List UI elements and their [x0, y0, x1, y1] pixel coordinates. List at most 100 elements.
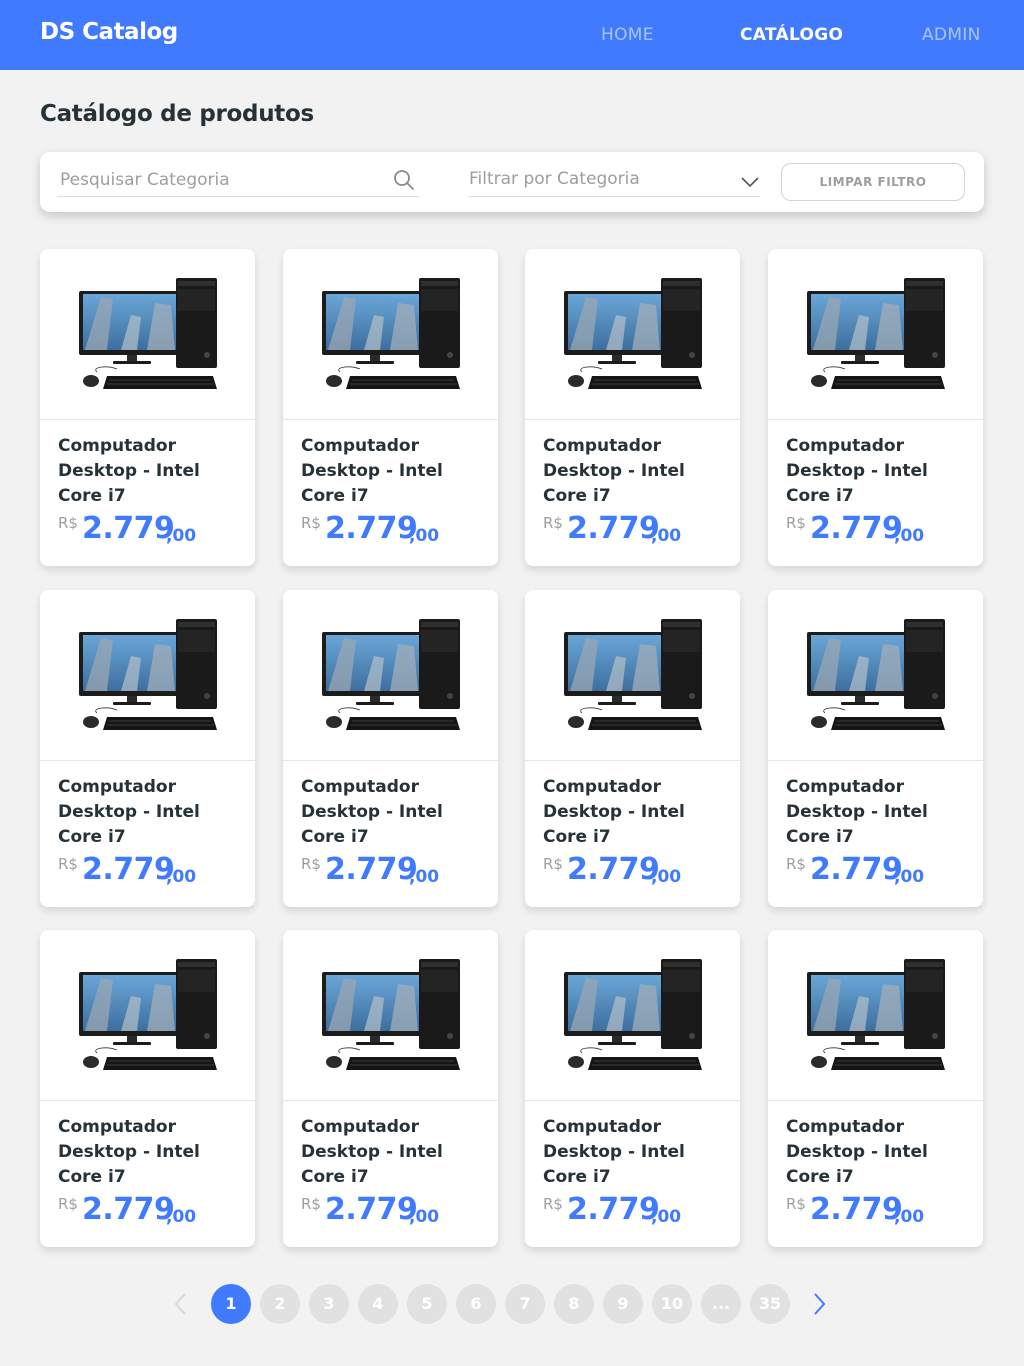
product-name: Computador Desktop - Intel Core i7	[58, 436, 200, 506]
clear-filter-button[interactable]: LIMPAR FILTRO	[781, 163, 965, 201]
pagination-ellipsis: ...	[701, 1284, 741, 1324]
price-currency: R$	[786, 1195, 806, 1213]
search-field	[57, 164, 419, 197]
pagination-page[interactable]: 7	[505, 1284, 545, 1324]
product-image	[283, 930, 498, 1101]
product-name: Computador Desktop - Intel Core i7	[301, 777, 443, 847]
pagination-page[interactable]: 3	[309, 1284, 349, 1324]
price-integer: 2.779	[810, 1192, 903, 1227]
product-image	[40, 930, 255, 1101]
product-image	[768, 930, 983, 1101]
price-decimal: ,00	[166, 867, 197, 887]
chevron-down-icon	[741, 177, 759, 188]
computer-icon	[807, 959, 945, 1070]
product-name: Computador Desktop - Intel Core i7	[301, 436, 443, 506]
computer-icon	[564, 959, 702, 1070]
product-card[interactable]: Computador Desktop - Intel Core i7 R$ 2.…	[283, 249, 498, 566]
product-card[interactable]: Computador Desktop - Intel Core i7 R$ 2.…	[40, 249, 255, 566]
brand-logo[interactable]: DS Catalog	[40, 19, 178, 45]
product-image	[283, 590, 498, 761]
price-decimal: ,00	[651, 1207, 682, 1227]
computer-icon	[322, 619, 460, 730]
computer-icon	[564, 278, 702, 389]
price-decimal: ,00	[166, 526, 197, 546]
pagination-page[interactable]: 5	[407, 1284, 447, 1324]
price-decimal: ,00	[409, 526, 440, 546]
product-image	[283, 249, 498, 420]
pagination-page[interactable]: 10	[652, 1284, 692, 1324]
chevron-right-icon[interactable]	[806, 1291, 832, 1317]
price-currency: R$	[543, 1195, 563, 1213]
product-card[interactable]: Computador Desktop - Intel Core i7 R$ 2.…	[40, 930, 255, 1247]
price-decimal: ,00	[166, 1207, 197, 1227]
product-image	[525, 249, 740, 420]
price-integer: 2.779	[325, 852, 418, 887]
chevron-left-icon[interactable]	[168, 1291, 194, 1317]
product-card[interactable]: Computador Desktop - Intel Core i7 R$ 2.…	[525, 930, 740, 1247]
price-currency: R$	[543, 855, 563, 873]
pagination-page[interactable]: 6	[456, 1284, 496, 1324]
computer-icon	[564, 619, 702, 730]
computer-icon	[322, 278, 460, 389]
product-image	[768, 249, 983, 420]
product-name: Computador Desktop - Intel Core i7	[786, 777, 928, 847]
pagination-page[interactable]: 2	[260, 1284, 300, 1324]
pagination-page[interactable]: 9	[603, 1284, 643, 1324]
product-name: Computador Desktop - Intel Core i7	[58, 1117, 200, 1187]
navbar: DS Catalog HOME CATÁLOGO ADMIN	[0, 0, 1024, 70]
price-integer: 2.779	[567, 852, 660, 887]
computer-icon	[79, 619, 217, 730]
product-image	[525, 590, 740, 761]
nav-link-home[interactable]: HOME	[601, 25, 654, 45]
price-currency: R$	[58, 855, 78, 873]
pagination-page[interactable]: 1	[211, 1284, 251, 1324]
price-integer: 2.779	[82, 852, 175, 887]
price-decimal: ,00	[651, 867, 682, 887]
nav-link-admin[interactable]: ADMIN	[922, 25, 981, 45]
price-currency: R$	[301, 1195, 321, 1213]
computer-icon	[807, 278, 945, 389]
pagination-page[interactable]: 8	[554, 1284, 594, 1324]
price-decimal: ,00	[651, 526, 682, 546]
price-currency: R$	[301, 855, 321, 873]
price-integer: 2.779	[810, 852, 903, 887]
price-currency: R$	[786, 855, 806, 873]
computer-icon	[79, 959, 217, 1070]
pagination-page[interactable]: 4	[358, 1284, 398, 1324]
filter-bar: Filtrar por Categoria LIMPAR FILTRO	[40, 152, 984, 212]
price-integer: 2.779	[325, 1192, 418, 1227]
search-icon[interactable]	[393, 169, 415, 191]
product-card[interactable]: Computador Desktop - Intel Core i7 R$ 2.…	[768, 930, 983, 1247]
price-decimal: ,00	[894, 1207, 925, 1227]
price-currency: R$	[301, 514, 321, 532]
product-card[interactable]: Computador Desktop - Intel Core i7 R$ 2.…	[525, 590, 740, 907]
nav-link-catalog[interactable]: CATÁLOGO	[740, 25, 843, 45]
price-integer: 2.779	[567, 1192, 660, 1227]
product-image	[525, 930, 740, 1101]
computer-icon	[322, 959, 460, 1070]
product-name: Computador Desktop - Intel Core i7	[543, 436, 685, 506]
product-card[interactable]: Computador Desktop - Intel Core i7 R$ 2.…	[283, 930, 498, 1247]
computer-icon	[79, 278, 217, 389]
product-image	[40, 590, 255, 761]
product-card[interactable]: Computador Desktop - Intel Core i7 R$ 2.…	[768, 249, 983, 566]
price-currency: R$	[58, 1195, 78, 1213]
price-integer: 2.779	[82, 511, 175, 546]
product-card[interactable]: Computador Desktop - Intel Core i7 R$ 2.…	[525, 249, 740, 566]
product-name: Computador Desktop - Intel Core i7	[543, 777, 685, 847]
computer-icon	[807, 619, 945, 730]
price-decimal: ,00	[894, 526, 925, 546]
product-name: Computador Desktop - Intel Core i7	[786, 1117, 928, 1187]
price-decimal: ,00	[409, 1207, 440, 1227]
pagination-page[interactable]: 35	[750, 1284, 790, 1324]
category-select[interactable]: Filtrar por Categoria	[468, 164, 760, 197]
search-input[interactable]	[60, 167, 380, 193]
price-integer: 2.779	[810, 511, 903, 546]
product-name: Computador Desktop - Intel Core i7	[58, 777, 200, 847]
product-name: Computador Desktop - Intel Core i7	[543, 1117, 685, 1187]
pagination: 1 2 3 4 5 6 7 8 9 10... 35	[0, 1284, 1024, 1324]
product-card[interactable]: Computador Desktop - Intel Core i7 R$ 2.…	[40, 590, 255, 907]
price-integer: 2.779	[567, 511, 660, 546]
product-card[interactable]: Computador Desktop - Intel Core i7 R$ 2.…	[768, 590, 983, 907]
product-card[interactable]: Computador Desktop - Intel Core i7 R$ 2.…	[283, 590, 498, 907]
